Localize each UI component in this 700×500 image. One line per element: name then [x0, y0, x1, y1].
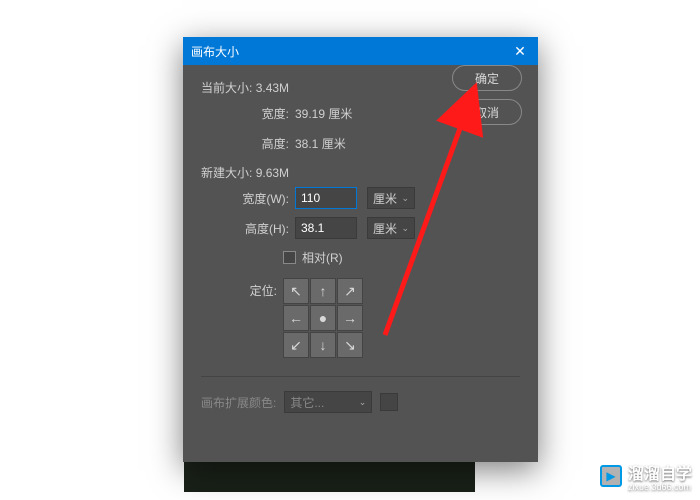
arrow-e-icon: → — [343, 310, 357, 326]
anchor-s[interactable]: ↓ — [310, 332, 336, 358]
anchor-row: 定位: ↖ ↑ ↗ ← ● → ↙ ↓ ↘ — [229, 278, 520, 358]
anchor-nw[interactable]: ↖ — [283, 278, 309, 304]
relative-checkbox-row: 相对(R) — [283, 249, 520, 266]
height-input[interactable] — [295, 217, 357, 239]
center-dot-icon: ● — [319, 310, 327, 326]
arrow-sw-icon: ↙ — [290, 337, 302, 354]
close-button[interactable]: ✕ — [510, 41, 530, 61]
watermark-j: .j — [587, 471, 594, 486]
height-unit-select[interactable]: 厘米 ⌄ — [367, 217, 415, 239]
anchor-ne[interactable]: ↗ — [337, 278, 363, 304]
width-input[interactable] — [295, 187, 357, 209]
current-height-label: 高度: — [229, 135, 289, 152]
color-swatch[interactable] — [380, 393, 398, 411]
current-width-value: 39.19 厘米 — [295, 105, 352, 122]
current-height-value: 38.1 厘米 — [295, 135, 346, 152]
extension-label: 画布扩展颜色: — [201, 394, 276, 411]
chevron-down-icon: ⌄ — [401, 193, 409, 204]
dialog-body: 确定 取消 当前大小: 3.43M 宽度: 39.19 厘米 高度: 38.1 … — [183, 65, 538, 427]
arrow-se-icon: ↘ — [344, 337, 356, 354]
cancel-button[interactable]: 取消 — [452, 99, 522, 125]
width-label: 宽度(W): — [229, 190, 289, 207]
arrow-ne-icon: ↗ — [344, 283, 356, 300]
anchor-label: 定位: — [229, 278, 277, 299]
relative-label: 相对(R) — [302, 249, 343, 266]
current-width-label: 宽度: — [229, 105, 289, 122]
ok-button[interactable]: 确定 — [452, 65, 522, 91]
anchor-w[interactable]: ← — [283, 305, 309, 331]
chevron-down-icon: ⌄ — [359, 397, 367, 408]
arrow-nw-icon: ↖ — [290, 283, 302, 300]
anchor-e[interactable]: → — [337, 305, 363, 331]
anchor-grid: ↖ ↑ ↗ ← ● → ↙ ↓ ↘ — [283, 278, 363, 358]
anchor-n[interactable]: ↑ — [310, 278, 336, 304]
watermark-text: 溜溜自学 — [628, 460, 692, 484]
anchor-se[interactable]: ↘ — [337, 332, 363, 358]
play-icon: ▶ — [600, 465, 622, 487]
new-size-label: 新建大小: 9.63M — [201, 164, 520, 181]
divider — [201, 376, 520, 377]
canvas-size-dialog: 画布大小 ✕ 确定 取消 当前大小: 3.43M 宽度: 39.19 厘米 高度… — [183, 37, 538, 462]
watermark: .j ▶ 溜溜自学 zixue.3d66.com — [587, 460, 692, 492]
extension-color-row: 画布扩展颜色: 其它... ⌄ — [201, 391, 520, 413]
arrow-n-icon: ↑ — [320, 283, 327, 299]
watermark-dots-icon — [582, 442, 594, 452]
width-unit-select[interactable]: 厘米 ⌄ — [367, 187, 415, 209]
dialog-titlebar: 画布大小 ✕ — [183, 37, 538, 65]
relative-checkbox[interactable] — [283, 251, 296, 264]
dialog-title: 画布大小 — [191, 43, 239, 60]
watermark-subtext: zixue.3d66.com — [628, 482, 692, 492]
close-icon: ✕ — [514, 43, 526, 60]
extension-color-select[interactable]: 其它... ⌄ — [284, 391, 372, 413]
arrow-w-icon: ← — [289, 310, 303, 326]
height-label: 高度(H): — [229, 220, 289, 237]
anchor-sw[interactable]: ↙ — [283, 332, 309, 358]
anchor-center[interactable]: ● — [310, 305, 336, 331]
chevron-down-icon: ⌄ — [401, 223, 409, 234]
arrow-s-icon: ↓ — [320, 337, 327, 353]
